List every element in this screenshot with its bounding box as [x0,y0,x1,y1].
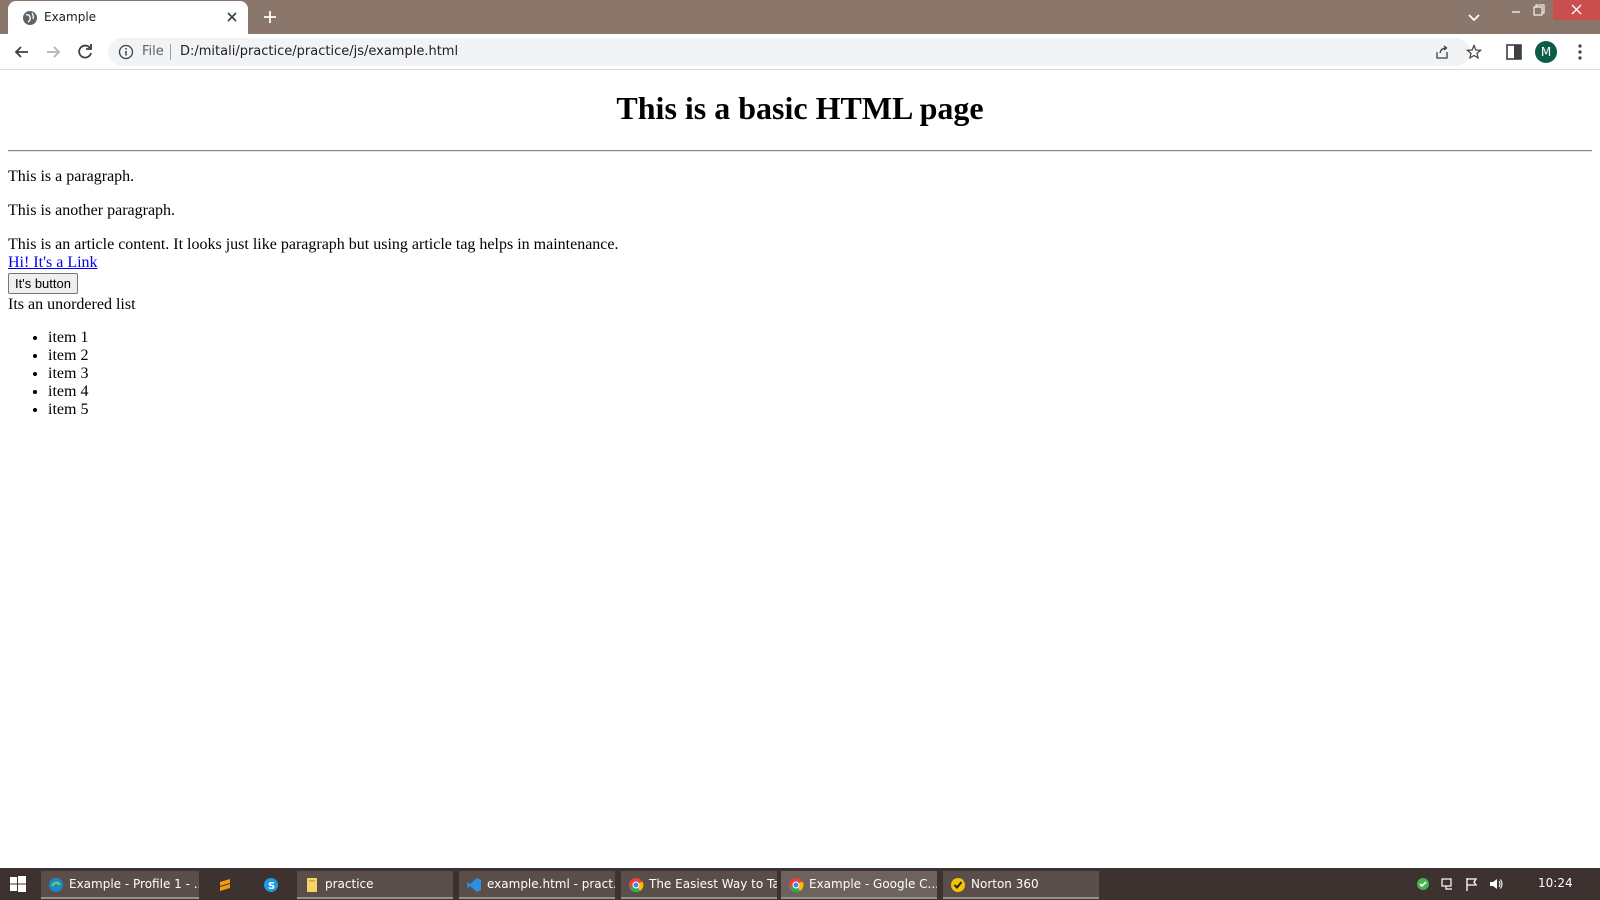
norton-icon [951,878,965,892]
close-icon [1571,4,1582,15]
windows-start-icon[interactable] [10,876,26,892]
list-item: item 1 [48,329,88,347]
reload-icon[interactable] [75,42,95,62]
browser-titlebar: Example [0,0,1600,34]
taskbar-item-explorer[interactable]: practice [297,871,453,899]
windows-taskbar: Example - Profile 1 - ... S practice exa… [0,868,1600,900]
folder-icon [307,878,317,892]
taskbar-item-label: The Easiest Way to Ta... [649,877,777,891]
scheme-label: File [142,44,164,59]
taskbar-item-label: Example - Google C... [809,877,937,891]
window-close-button[interactable] [1553,0,1600,20]
page-button[interactable]: It's button [8,273,78,294]
url-text[interactable]: D:/mitali/practice/practice/js/example.h… [180,44,458,59]
minimize-icon[interactable] [1505,2,1527,20]
paragraph-2: This is another paragraph. [8,202,176,219]
side-panel-icon[interactable] [1504,42,1524,62]
address-bar[interactable]: File D:/mitali/practice/practice/js/exam… [108,38,1482,66]
profile-avatar[interactable]: M [1535,41,1557,63]
network-icon[interactable] [1440,876,1456,892]
page-viewport: This is a basic HTML page This is a para… [0,71,1600,868]
edge-icon [49,878,63,892]
address-separator [170,44,171,60]
list-item: item 2 [48,347,88,365]
taskbar-item-vscode[interactable]: example.html - pract... [459,871,615,899]
share-icon[interactable] [1434,44,1450,60]
list-caption: Its an unordered list [8,296,136,313]
taskbar-item-edge[interactable]: Example - Profile 1 - ... [41,871,199,899]
chrome-icon [789,878,804,893]
info-icon[interactable] [118,44,134,60]
taskbar-item-label: practice [325,877,374,891]
browser-toolbar: File D:/mitali/practice/practice/js/exam… [0,34,1600,70]
close-tab-icon[interactable] [224,9,240,25]
flag-icon[interactable] [1464,876,1480,892]
globe-icon [23,11,37,25]
taskbar-item-skype[interactable]: S [252,871,290,899]
bookmark-star-icon[interactable] [1466,44,1482,60]
chrome-icon [629,878,644,893]
taskbar-item-chrome-2[interactable]: Example - Google C... [781,871,937,899]
onedrive-sync-icon[interactable] [1415,876,1431,892]
list-item: item 5 [48,401,88,419]
sublime-icon [220,879,230,891]
tab-title: Example [44,10,97,24]
taskbar-item-label: Example - Profile 1 - ... [69,877,199,891]
forward-arrow-icon[interactable] [43,42,63,62]
list-item: item 4 [48,383,88,401]
volume-icon[interactable] [1488,876,1504,892]
page-heading: This is a basic HTML page [616,90,984,126]
skype-icon: S [264,878,278,892]
taskbar-clock[interactable]: 10:24 [1538,876,1573,890]
chevron-down-icon[interactable] [1466,9,1482,25]
taskbar-item-chrome-1[interactable]: The Easiest Way to Ta... [621,871,777,899]
article-content: This is an article content. It looks jus… [8,236,619,253]
list-item: item 3 [48,365,88,383]
page-link[interactable]: Hi! It's a Link [8,254,98,271]
taskbar-item-sublime[interactable] [206,871,244,899]
paragraph-1: This is a paragraph. [8,168,135,185]
taskbar-item-norton[interactable]: Norton 360 [943,871,1099,899]
kebab-menu-icon[interactable] [1570,42,1590,62]
unordered-list: item 1 item 2 item 3 item 4 item 5 [48,329,88,419]
taskbar-item-label: example.html - pract... [487,877,615,891]
vscode-icon [467,878,481,892]
tab-example[interactable]: Example [8,1,248,34]
taskbar-item-label: Norton 360 [971,877,1039,891]
horizontal-rule [8,150,1592,152]
back-arrow-icon[interactable] [12,42,32,62]
svg-text:S: S [268,881,275,892]
new-tab-icon[interactable] [261,8,279,26]
restore-icon[interactable] [1527,2,1549,20]
